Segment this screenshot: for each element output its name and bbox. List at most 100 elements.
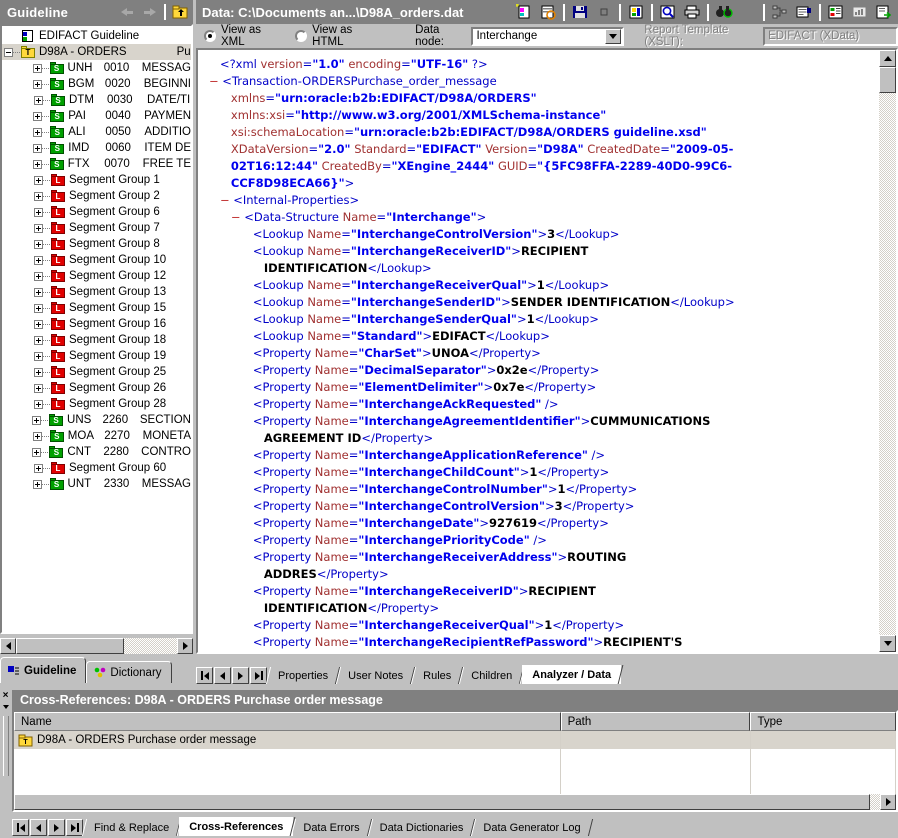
xml-line[interactable]: CCF8D98ECA66}"> bbox=[198, 175, 879, 192]
column-header-path[interactable]: Path bbox=[561, 712, 751, 731]
scroll-track[interactable] bbox=[16, 638, 177, 654]
validate-data-icon[interactable] bbox=[537, 2, 559, 22]
expand-icon[interactable] bbox=[33, 144, 42, 153]
xml-line[interactable]: <Property Name="InterchangeReceiverAddre… bbox=[198, 549, 879, 566]
xml-line[interactable]: <Lookup Name="Standard">EDIFACT</Lookup> bbox=[198, 328, 879, 345]
tab-properties[interactable]: Properties bbox=[268, 667, 338, 684]
xml-line[interactable]: <Property Name="CharSet">UNOA</Property> bbox=[198, 345, 879, 362]
xml-line[interactable]: XDataVersion="2.0" Standard="EDIFACT" Ve… bbox=[198, 141, 879, 158]
tree-item-dtm[interactable]: SDTM0030DATE/TI bbox=[2, 92, 191, 108]
xml-line[interactable]: <?xml version="1.0" encoding="UTF-16" ?> bbox=[198, 56, 879, 73]
expand-icon[interactable] bbox=[33, 160, 42, 169]
last-record-button[interactable] bbox=[250, 667, 267, 684]
tree-item-uns[interactable]: SUNS2260SECTION bbox=[2, 412, 191, 428]
expand-icon[interactable] bbox=[34, 304, 43, 313]
tree-item-segment-group-25[interactable]: LSegment Group 25 bbox=[2, 364, 191, 380]
tree-item-segment-group-19[interactable]: LSegment Group 19 bbox=[2, 348, 191, 364]
tree-item-pai[interactable]: SPAI0040PAYMEN bbox=[2, 108, 191, 124]
xml-viewer[interactable]: <?xml version="1.0" encoding="UTF-16" ?>… bbox=[196, 48, 898, 654]
expand-icon[interactable] bbox=[34, 352, 43, 361]
prev-record-button[interactable] bbox=[214, 667, 231, 684]
tree-item-edifact-guideline[interactable]: EDIFACT Guideline bbox=[2, 28, 191, 44]
expand-icon[interactable] bbox=[34, 96, 43, 105]
xml-line[interactable]: <Property Name="InterchangeReceiverID">R… bbox=[198, 583, 879, 600]
expand-icon[interactable] bbox=[34, 288, 43, 297]
dock-tab-data-errors[interactable]: Data Errors bbox=[293, 819, 369, 836]
tree-item-segment-group-10[interactable]: LSegment Group 10 bbox=[2, 252, 191, 268]
prev-button[interactable] bbox=[30, 819, 47, 836]
scroll-track[interactable] bbox=[14, 794, 880, 810]
tree-item-segment-group-2[interactable]: LSegment Group 2 bbox=[2, 188, 191, 204]
xml-line[interactable]: ADDRES</Property> bbox=[198, 566, 879, 583]
tab-children[interactable]: Children bbox=[461, 667, 522, 684]
scroll-up-button[interactable] bbox=[879, 50, 896, 67]
tree-item-unt[interactable]: SUNT2330MESSAG bbox=[2, 476, 191, 492]
xml-line[interactable]: − <Internal-Properties> bbox=[198, 192, 879, 209]
first-record-button[interactable] bbox=[196, 667, 213, 684]
cross-references-grid[interactable]: NamePathType TD98A - ORDERS Purchase ord… bbox=[12, 710, 898, 812]
expand-icon[interactable] bbox=[34, 256, 43, 265]
tab-guideline[interactable]: Guideline bbox=[0, 657, 86, 683]
xml-line[interactable]: <Property Name="InterchangeControlNumber… bbox=[198, 481, 879, 498]
tree-item-segment-group-12[interactable]: LSegment Group 12 bbox=[2, 268, 191, 284]
view-as-html-radio[interactable]: View as HTML bbox=[295, 24, 393, 48]
expand-icon[interactable] bbox=[32, 448, 41, 457]
xml-line[interactable]: <Property Name="DecimalSeparator">0x2e</… bbox=[198, 362, 879, 379]
folder-up-icon[interactable] bbox=[172, 5, 189, 20]
expand-icon[interactable] bbox=[34, 192, 43, 201]
last-button[interactable] bbox=[66, 819, 83, 836]
xml-line[interactable]: <Property Name="InterchangePriorityCode"… bbox=[198, 532, 879, 549]
translate-icon[interactable] bbox=[737, 2, 759, 22]
xml-line[interactable]: <Lookup Name="InterchangeSenderQual">1</… bbox=[198, 311, 879, 328]
xml-line[interactable]: 02T16:12:44" CreatedBy="XEngine_2444" GU… bbox=[198, 158, 879, 175]
tree-item-ftx[interactable]: SFTX0070FREE TE bbox=[2, 156, 191, 172]
save-icon[interactable] bbox=[569, 2, 591, 22]
xml-line[interactable]: <Lookup Name="InterchangeSenderID">SENDE… bbox=[198, 294, 879, 311]
expand-icon[interactable] bbox=[34, 384, 43, 393]
collapse-icon[interactable] bbox=[0, 701, 11, 712]
xml-line[interactable]: <Property Name="InterchangeReceiverQual"… bbox=[198, 617, 879, 634]
expand-icon[interactable] bbox=[34, 464, 43, 473]
tree-item-moa[interactable]: SMOA2270MONETA bbox=[2, 428, 191, 444]
arrow-left-icon[interactable] bbox=[118, 5, 135, 20]
view-as-xml-radio[interactable]: View as XML bbox=[204, 24, 295, 48]
xml-line[interactable]: <Lookup Name="InterchangeReceiverID">REC… bbox=[198, 243, 879, 260]
scroll-right-button[interactable] bbox=[177, 638, 193, 654]
next-button[interactable] bbox=[48, 819, 65, 836]
column-header-name[interactable]: Name bbox=[14, 712, 561, 731]
expand-icon[interactable] bbox=[34, 272, 43, 281]
expand-icon[interactable] bbox=[34, 224, 43, 233]
collapse-icon[interactable] bbox=[4, 48, 13, 57]
arrow-right-icon[interactable] bbox=[141, 5, 158, 20]
expand-icon[interactable] bbox=[34, 208, 43, 217]
xml-line[interactable]: <Property Name="InterchangeControlVersio… bbox=[198, 498, 879, 515]
tree-item-segment-group-26[interactable]: LSegment Group 26 bbox=[2, 380, 191, 396]
xml-line[interactable]: <Property Name="ElementDelimiter">0x7e</… bbox=[198, 379, 879, 396]
grid-horizontal-scrollbar[interactable] bbox=[14, 794, 896, 810]
expand-icon[interactable] bbox=[34, 240, 43, 249]
collapse-icon[interactable]: − bbox=[209, 74, 222, 88]
tree-item-segment-group-7[interactable]: LSegment Group 7 bbox=[2, 220, 191, 236]
tree-item-imd[interactable]: SIMD0060ITEM DE bbox=[2, 140, 191, 156]
xml-line[interactable]: xmlns:xsi="http://www.w3.org/2001/XMLSch… bbox=[198, 107, 879, 124]
find-data-icon[interactable] bbox=[657, 2, 679, 22]
scroll-left-button[interactable] bbox=[0, 638, 16, 654]
scroll-thumb[interactable] bbox=[14, 794, 870, 810]
expand-icon[interactable] bbox=[33, 64, 42, 73]
tree-item-segment-group-18[interactable]: LSegment Group 18 bbox=[2, 332, 191, 348]
xml-line[interactable]: − <Data-Structure Name="Interchange"> bbox=[198, 209, 879, 226]
drag-handle[interactable] bbox=[3, 716, 9, 776]
chevron-down-icon[interactable] bbox=[605, 29, 621, 44]
export-icon[interactable] bbox=[625, 2, 647, 22]
scroll-thumb[interactable] bbox=[879, 67, 896, 93]
tab-rules[interactable]: Rules bbox=[413, 667, 461, 684]
tree-item-segment-group-13[interactable]: LSegment Group 13 bbox=[2, 284, 191, 300]
xml-line[interactable]: RE</Property> bbox=[198, 651, 879, 652]
xml-line[interactable]: <Lookup Name="InterchangeControlVersion"… bbox=[198, 226, 879, 243]
binoculars-icon[interactable] bbox=[713, 2, 735, 22]
tree-item-segment-group-16[interactable]: LSegment Group 16 bbox=[2, 316, 191, 332]
expand-icon[interactable] bbox=[34, 176, 43, 185]
tree-item-segment-group-15[interactable]: LSegment Group 15 bbox=[2, 300, 191, 316]
xml-line[interactable]: <Lookup Name="InterchangeReceiverQual">1… bbox=[198, 277, 879, 294]
xml-line[interactable]: − <Transaction-ORDERSPurchase_order_mess… bbox=[198, 73, 879, 90]
